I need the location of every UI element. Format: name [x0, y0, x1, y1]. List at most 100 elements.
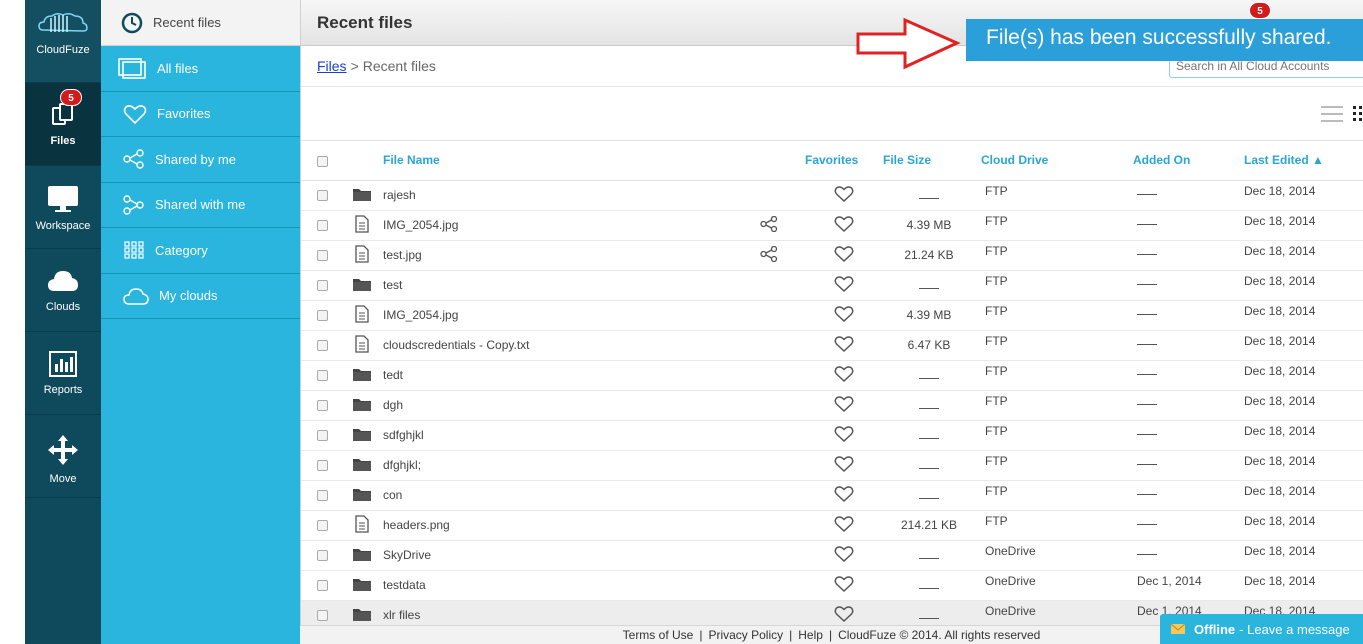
favorite-heart-icon[interactable]: [805, 450, 883, 481]
favorite-heart-icon[interactable]: [805, 540, 883, 571]
row-checkbox[interactable]: [317, 370, 328, 382]
select-all-checkbox[interactable]: [317, 155, 328, 167]
row-checkbox[interactable]: [317, 580, 328, 592]
last-edited: Dec 18, 2014: [1234, 420, 1363, 451]
favorite-heart-icon[interactable]: [805, 510, 883, 541]
file-name[interactable]: test.jpg: [383, 240, 733, 271]
rail-item-workspace[interactable]: Workspace: [25, 166, 101, 249]
header-favorites[interactable]: Favorites: [805, 141, 883, 181]
file-name[interactable]: SkyDrive: [383, 540, 733, 571]
row-select-cell: [301, 480, 341, 511]
footer-link-terms[interactable]: Terms of Use: [620, 628, 697, 642]
file-name[interactable]: IMG_2054.jpg: [383, 210, 733, 241]
row-checkbox[interactable]: [317, 490, 328, 502]
subnav-item-category[interactable]: Category: [101, 228, 300, 274]
table-row[interactable]: tedt FTP Dec 18, 2014: [301, 360, 1363, 391]
table-row[interactable]: headers.png 214.21 KB FTP Dec 18, 2014: [301, 510, 1363, 541]
table-row[interactable]: cloudscredentials - Copy.txt 6.47 KB FTP De…: [301, 330, 1363, 361]
table-row[interactable]: con FTP Dec 18, 2014: [301, 480, 1363, 511]
subnav-item-my-clouds[interactable]: My clouds: [101, 274, 300, 319]
file-name[interactable]: testdata: [383, 570, 733, 601]
footer-link-help[interactable]: Help: [795, 628, 826, 642]
favorite-heart-icon[interactable]: [805, 420, 883, 451]
share-cell: [733, 300, 805, 331]
subnav-item-shared-by-me[interactable]: Shared by me: [101, 137, 300, 183]
file-name[interactable]: dgh: [383, 390, 733, 421]
file-size: 6.47 KB: [883, 330, 975, 361]
empty-dash: [1137, 457, 1157, 465]
row-checkbox[interactable]: [317, 220, 328, 232]
row-checkbox[interactable]: [317, 550, 328, 562]
table-row[interactable]: dgh FTP Dec 18, 2014: [301, 390, 1363, 421]
row-checkbox[interactable]: [317, 310, 328, 322]
brand-logo[interactable]: CloudFuze: [25, 0, 101, 83]
favorite-heart-icon[interactable]: [805, 480, 883, 511]
table-row[interactable]: dfghjkl; FTP Dec 18, 2014: [301, 450, 1363, 481]
favorite-heart-icon[interactable]: [805, 570, 883, 601]
row-checkbox[interactable]: [317, 250, 328, 262]
row-checkbox[interactable]: [317, 280, 328, 292]
subnav-item-favorites[interactable]: Favorites: [101, 92, 300, 137]
row-checkbox[interactable]: [317, 460, 328, 472]
subnav-item-all-files[interactable]: All files: [101, 46, 300, 92]
file-name[interactable]: test: [383, 270, 733, 301]
table-row[interactable]: testdata OneDrive Dec 1, 2014 Dec 18, 2014: [301, 570, 1363, 601]
notification-badge[interactable]: 5: [1249, 1, 1271, 19]
favorite-heart-icon[interactable]: [805, 210, 883, 241]
success-notification: File(s) has been successfully shared.: [966, 19, 1363, 61]
chat-widget[interactable]: Offline - Leave a message: [1160, 614, 1363, 644]
empty-dash: [919, 461, 939, 469]
file-name[interactable]: headers.png: [383, 510, 733, 541]
table-row[interactable]: test FTP Dec 18, 2014: [301, 270, 1363, 301]
subnav-item-shared-with-me[interactable]: Shared with me: [101, 183, 300, 228]
table-row[interactable]: IMG_2054.jpg 4.39 MB FTP Dec 18, 2014: [301, 210, 1363, 241]
file-name[interactable]: con: [383, 480, 733, 511]
rail-item-reports[interactable]: Reports: [25, 332, 101, 415]
list-view-icon[interactable]: [1321, 105, 1343, 123]
empty-dash: [1137, 247, 1157, 255]
table-row[interactable]: sdfghjkl FTP Dec 18, 2014: [301, 420, 1363, 451]
favorite-heart-icon[interactable]: [805, 390, 883, 421]
header-file-size[interactable]: File Size: [883, 141, 975, 181]
empty-dash: [919, 371, 939, 379]
row-checkbox[interactable]: [317, 340, 328, 352]
favorite-heart-icon[interactable]: [805, 360, 883, 391]
file-name[interactable]: cloudscredentials - Copy.txt: [383, 330, 733, 361]
empty-dash: [1137, 547, 1157, 555]
shared-icon[interactable]: [733, 210, 805, 241]
table-row[interactable]: rajesh FTP Dec 18, 2014: [301, 180, 1363, 211]
table-row[interactable]: SkyDrive OneDrive Dec 18, 2014: [301, 540, 1363, 571]
favorite-heart-icon[interactable]: [805, 240, 883, 271]
grid-view-icon[interactable]: [1351, 105, 1363, 123]
file-name[interactable]: IMG_2054.jpg: [383, 300, 733, 331]
file-size: [883, 480, 975, 511]
header-added-on[interactable]: Added On: [1127, 141, 1234, 181]
favorite-heart-icon[interactable]: [805, 300, 883, 331]
footer-link-privacy[interactable]: Privacy Policy: [705, 628, 786, 642]
table-row[interactable]: IMG_2054.jpg 4.39 MB FTP Dec 18, 2014: [301, 300, 1363, 331]
empty-dash: [1137, 427, 1157, 435]
rail-item-clouds[interactable]: Clouds: [25, 249, 101, 332]
file-name[interactable]: sdfghjkl: [383, 420, 733, 451]
file-name[interactable]: tedt: [383, 360, 733, 391]
file-name[interactable]: dfghjkl;: [383, 450, 733, 481]
shared-icon[interactable]: [733, 240, 805, 271]
table-row[interactable]: test.jpg 21.24 KB FTP Dec 18, 2014: [301, 240, 1363, 271]
header-file-name[interactable]: File Name: [383, 141, 733, 181]
rail-item-move[interactable]: Move: [25, 415, 101, 498]
row-checkbox[interactable]: [317, 610, 328, 622]
row-checkbox[interactable]: [317, 520, 328, 532]
file-name[interactable]: rajesh: [383, 180, 733, 211]
row-checkbox[interactable]: [317, 190, 328, 202]
row-checkbox[interactable]: [317, 400, 328, 412]
breadcrumb-files-link[interactable]: Files: [317, 58, 347, 74]
favorite-heart-icon[interactable]: [805, 270, 883, 301]
header-cloud-drive[interactable]: Cloud Drive: [975, 141, 1127, 181]
row-checkbox[interactable]: [317, 430, 328, 442]
favorite-heart-icon[interactable]: [805, 330, 883, 361]
page-title: Recent files: [317, 12, 413, 32]
header-last-edited[interactable]: Last Edited ▲: [1234, 141, 1363, 181]
subnav-recent-files[interactable]: Recent files: [101, 0, 300, 46]
added-on: [1127, 180, 1234, 211]
favorite-heart-icon[interactable]: [805, 180, 883, 211]
